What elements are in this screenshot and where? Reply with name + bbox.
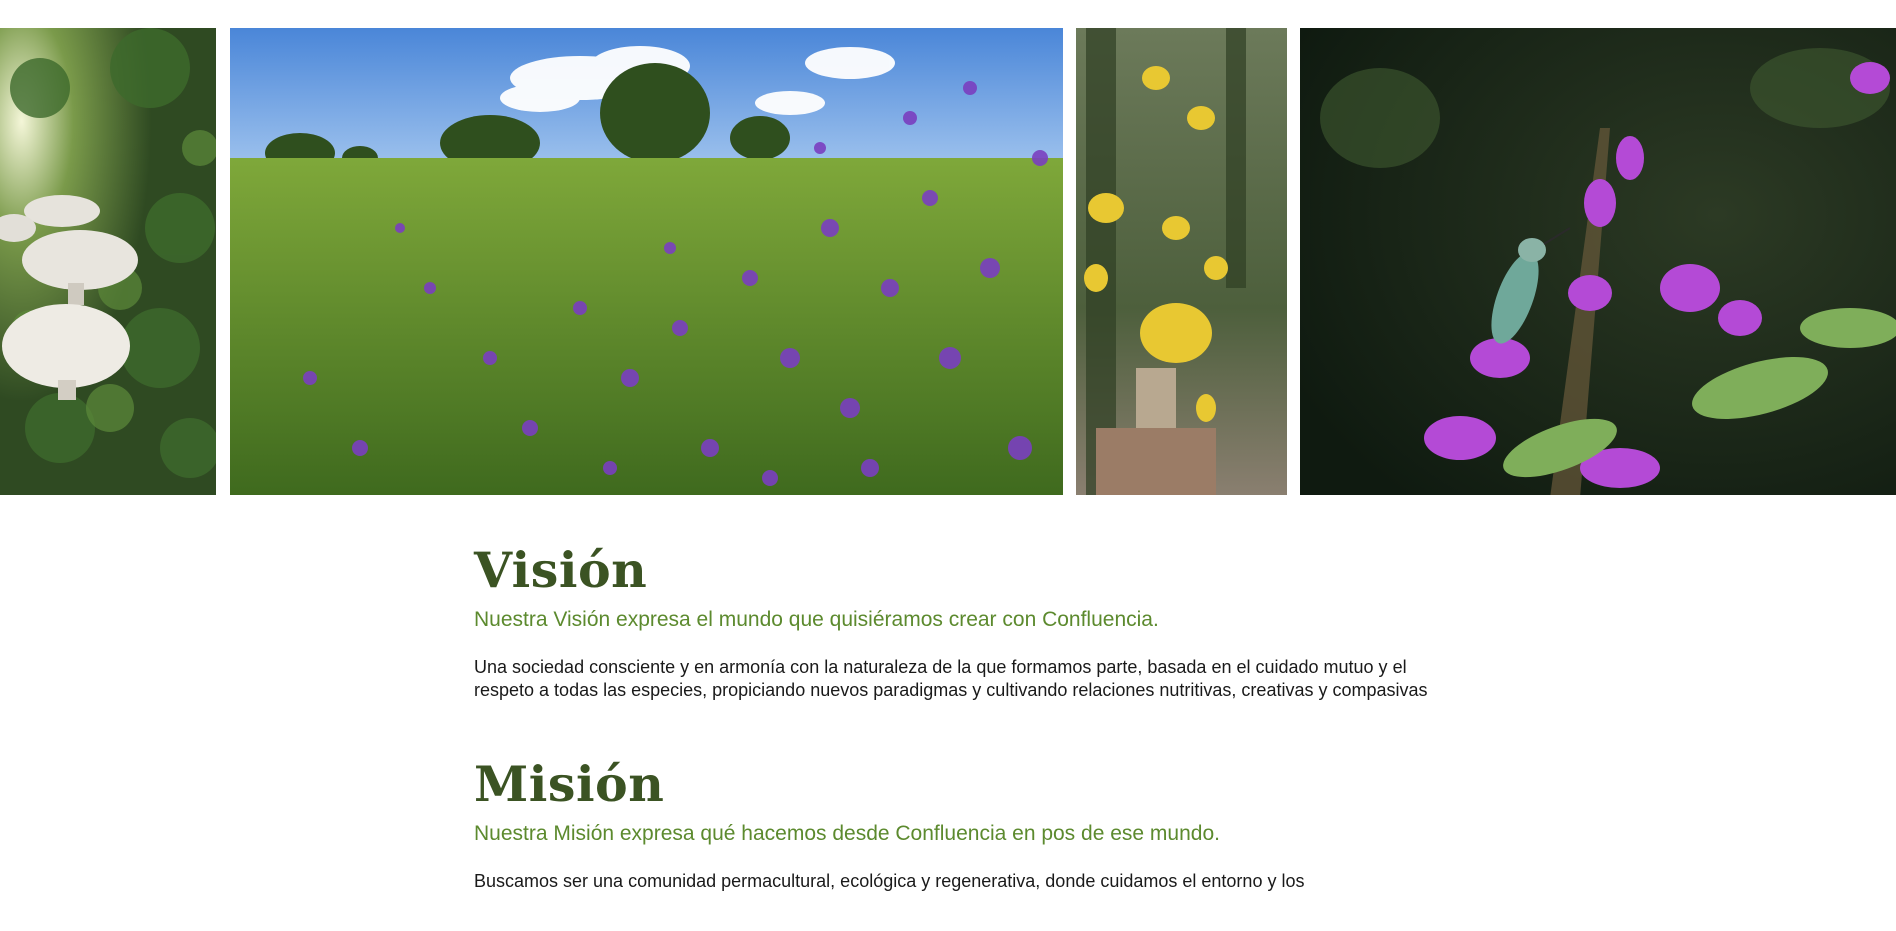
vision-body: Una sociedad consciente y en armonía con… — [474, 657, 1428, 700]
vision-title: Visión — [474, 541, 648, 599]
mission-body: Buscamos ser una comunidad permacultural… — [474, 871, 1305, 891]
meadow-photo[interactable] — [230, 28, 1063, 495]
photo-gallery — [0, 28, 1896, 495]
main-content: Visión Nuestra Visión expresa el mundo q… — [474, 540, 1434, 893]
mission-subtitle: Nuestra Misión expresa qué hacemos desde… — [474, 822, 1220, 845]
orchid-photo[interactable] — [1076, 28, 1287, 495]
mission-title: Misión — [474, 755, 665, 813]
hummingbird-photo[interactable] — [1300, 28, 1896, 495]
vision-section: Visión Nuestra Visión expresa el mundo q… — [474, 540, 1434, 702]
vision-subtitle: Nuestra Visión expresa el mundo que quis… — [474, 608, 1159, 631]
mission-section: Misión Nuestra Misión expresa qué hacemo… — [474, 754, 1434, 893]
mushrooms-photo[interactable] — [0, 28, 216, 495]
